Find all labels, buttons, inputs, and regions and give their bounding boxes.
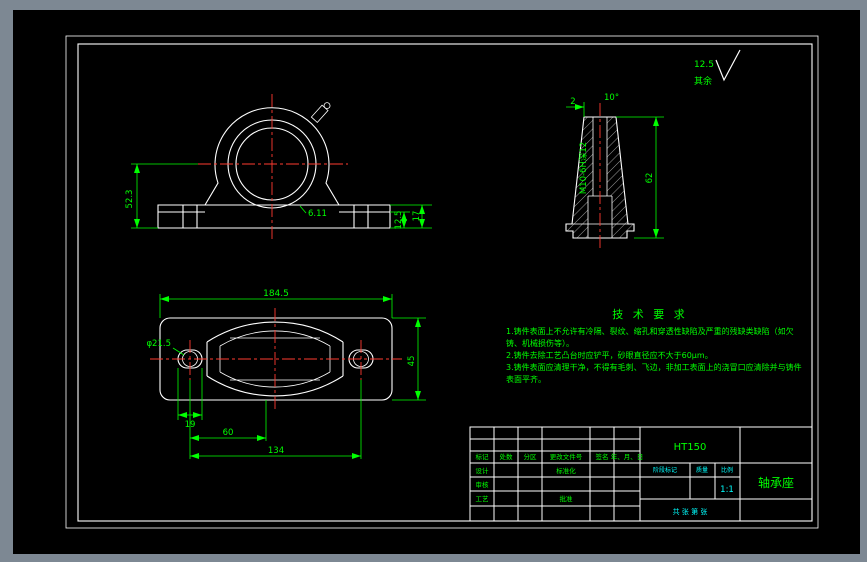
front-dim-note: 6.11 xyxy=(308,209,327,219)
front-dim-base: 17 xyxy=(412,211,422,222)
side-dim-angle: 10° xyxy=(604,93,619,103)
info-header-weight: 质量 xyxy=(696,466,708,474)
info-header-stage: 阶段标记 xyxy=(653,466,677,474)
sign-row-process: 工艺 xyxy=(476,495,490,503)
tech-req-title: 技 术 要 求 xyxy=(612,308,688,321)
info-header-scale: 比例 xyxy=(721,466,733,474)
rev-header: 分区 xyxy=(524,452,538,461)
sign-row-design: 设计 xyxy=(476,466,490,475)
tech-req-line: 铸、机械损伤等）。 xyxy=(506,338,574,348)
top-dim-slot-dia: φ21.5 xyxy=(146,339,171,349)
background xyxy=(0,0,867,562)
roughness-label: 其余 xyxy=(694,75,712,87)
rev-header: 处数 xyxy=(500,452,514,461)
top-dim-bolt-span: 134 xyxy=(268,446,284,456)
scale-value: 1:1 xyxy=(720,485,734,495)
roughness-value: 12.5 xyxy=(694,60,714,70)
label-standardization: 标准化 xyxy=(556,466,576,475)
rev-header: 年、月、日 xyxy=(611,452,644,461)
top-dim-overall: 184.5 xyxy=(263,289,289,299)
rev-header: 签名 xyxy=(596,452,609,461)
side-dim-thread: M10-6H深12 xyxy=(579,142,589,194)
sign-row-check: 审核 xyxy=(476,480,490,489)
rev-header: 更改文件号 xyxy=(550,452,583,461)
front-dim-step: 12.5 xyxy=(394,211,404,230)
cad-viewport[interactable]: 52.3 12.5 17 6.11 2 10° 62 M10-6H深12 184… xyxy=(0,0,867,562)
tech-req-line: 3.铸件表面应清理干净，不得有毛刺、飞边，非加工表面上的浇冒口应清除并与铸件 xyxy=(506,362,802,372)
label-approve: 批准 xyxy=(560,494,574,503)
top-dim-inner-span: 60 xyxy=(223,428,234,438)
sheet-count: 共 张 第 张 xyxy=(673,507,708,516)
tech-req-line: 表面平齐。 xyxy=(506,374,546,384)
top-dim-width: 45 xyxy=(407,356,417,367)
part-name: 轴承座 xyxy=(758,475,794,490)
top-dim-slot-width: 19 xyxy=(185,420,196,430)
material: HT150 xyxy=(674,442,707,453)
tech-req-line: 2.铸件去除工艺凸台时应铲平，砂眼直径应不大于60μm。 xyxy=(506,350,713,360)
rev-header: 标记 xyxy=(476,452,490,461)
tech-req-line: 1.铸件表面上不允许有冷隔、裂纹、缩孔和穿透性缺陷及严重的残缺类缺陷（如欠 xyxy=(506,326,794,336)
front-dim-height: 52.3 xyxy=(125,190,135,209)
side-dim-offset: 2 xyxy=(570,97,575,107)
cad-drawing: 52.3 12.5 17 6.11 2 10° 62 M10-6H深12 184… xyxy=(0,0,867,562)
side-dim-height: 62 xyxy=(645,173,655,184)
